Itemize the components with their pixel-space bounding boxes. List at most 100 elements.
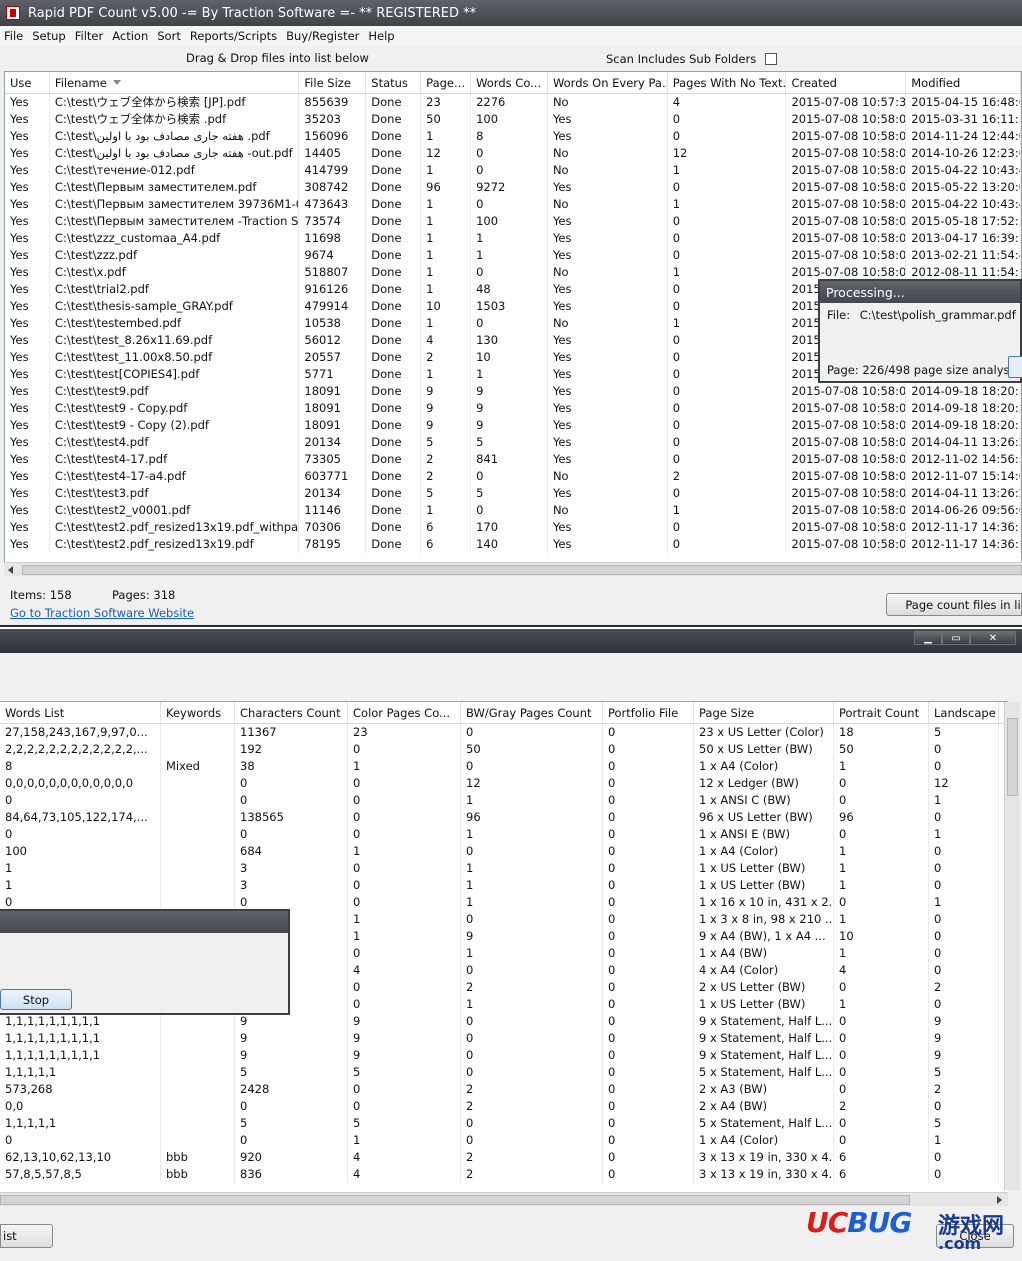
menu-filter[interactable]: Filter — [75, 29, 103, 43]
column-header-label: Characters Count — [240, 705, 341, 720]
cell-bw-gray-pages-count: 1 — [461, 894, 603, 911]
table-row[interactable]: Yes C:\test\Первым заместителем -Traction… — [5, 213, 1021, 230]
table-row[interactable]: 84,64,73,105,122,174,... 138565 0 96 0 96 x U… — [0, 809, 1008, 826]
table-row[interactable]: Yes C:\test\течение-012.pdf 414799 Done 1 0 No… — [5, 162, 1021, 179]
table-row[interactable]: Yes C:\test\test4.pdf 20134 Done 5 5 Yes 0 2015-… — [5, 434, 1021, 451]
table-row[interactable]: Yes C:\test\test2.pdf_resized13x19.pdf_wi… — [5, 519, 1021, 536]
table-row[interactable]: Yes C:\test\test3.pdf 20134 Done 5 5 Yes 0 2015-… — [5, 485, 1021, 502]
minimize-button[interactable]: ▁ — [914, 631, 942, 645]
cell-words-count: 0 — [471, 315, 548, 332]
table-row[interactable]: Yes C:\test\test2.pdf_resized13x19.pdf 781… — [5, 536, 1021, 553]
table-row[interactable]: 130101 x US Letter (BW) 1 0 — [0, 860, 1008, 877]
cell-modified: 2014-06-26 09:56:07 — [906, 502, 1021, 519]
cell-page-size: 12 x Ledger (BW) — [694, 775, 834, 792]
table-row[interactable]: 573,268 2428 0 2 0 2 x A3 (BW) 0 2 — [0, 1081, 1008, 1098]
details-vertical-scrollbar[interactable] — [1004, 702, 1020, 1190]
scrollbar-thumb[interactable] — [22, 565, 1022, 575]
column-header-page-size[interactable]: Page Size — [694, 702, 834, 723]
column-header-keywords[interactable]: Keywords — [161, 702, 235, 723]
table-row[interactable]: Yes C:\test\هفته جاری مصادف بود با اولین … — [5, 128, 1021, 145]
column-header-use[interactable]: Use — [5, 72, 50, 93]
file-list-horizontal-scrollbar[interactable] — [4, 562, 1022, 576]
column-header-words-list[interactable]: Words List — [0, 702, 161, 723]
table-row[interactable]: Yes C:\test\ウェブ全体から検索 [JP].pdf 855639 Done 2… — [5, 94, 1021, 111]
traction-website-link[interactable]: Go to Traction Software Website — [10, 606, 194, 620]
table-row[interactable]: 0,0,0,0,0,0,0,0,0,0,0,0 0 0 12 0 12 x Ledger … — [0, 775, 1008, 792]
table-row[interactable]: 62,13,10,62,13,10 bbb 920 4 2 0 3 x 13 x 19 in… — [0, 1149, 1008, 1166]
column-header-filename[interactable]: Filename — [50, 72, 300, 93]
sort-descending-icon[interactable] — [112, 80, 121, 85]
cell-status: Done — [366, 485, 422, 502]
scroll-right-arrow-icon[interactable] — [997, 1196, 1002, 1204]
menu-file[interactable]: File — [4, 29, 23, 43]
page-count-button[interactable]: Page count files in lis — [886, 593, 1022, 616]
stop-button[interactable]: Stop — [0, 989, 72, 1010]
column-header-color-pages-count[interactable]: Color Pages Co... — [348, 702, 461, 723]
table-row[interactable]: Yes C:\test\zzz.pdf 9674 Done 1 1 Yes 0 2015-07-… — [5, 247, 1021, 264]
table-row[interactable]: 1,1,1,1,1,1,1,1,1 9 9 0 0 9 x Statement, Half… — [0, 1013, 1008, 1030]
cell-portrait-count: 0 — [834, 1081, 929, 1098]
table-row[interactable]: Yes C:\test\Первым заместителем.pdf 308742… — [5, 179, 1021, 196]
column-header-pages-with-no-text[interactable]: Pages With No Text... — [668, 72, 787, 93]
scan-subfolders-option[interactable]: Scan Includes Sub Folders — [606, 52, 778, 66]
table-row[interactable]: Yes C:\test\test9 - Copy.pdf 18091 Done 9 9 Ye… — [5, 400, 1021, 417]
table-row[interactable]: 8 Mixed 38 1 0 0 1 x A4 (Color) 1 0 — [0, 758, 1008, 775]
column-header-created[interactable]: Created — [786, 72, 907, 93]
close-window-button[interactable]: ✕ — [970, 631, 1016, 645]
horizontal-scrollbar-thumb[interactable] — [0, 1195, 910, 1205]
scan-subfolders-checkbox[interactable] — [765, 53, 778, 65]
cell-bw-gray-pages-count: 0 — [461, 758, 603, 775]
table-row[interactable]: 0,0 0 0 2 0 2 x A4 (BW) 2 0 — [0, 1098, 1008, 1115]
vertical-scrollbar-thumb[interactable] — [1007, 718, 1018, 796]
menu-help[interactable]: Help — [368, 29, 394, 43]
maximize-button[interactable]: ▭ — [942, 631, 970, 645]
table-row[interactable]: 130101 x US Letter (BW) 1 0 — [0, 877, 1008, 894]
column-header-file-size[interactable]: File Size — [299, 72, 367, 93]
cell-keywords: Mixed — [161, 758, 235, 775]
table-row[interactable]: Yes C:\test\test4-17.pdf 73305 Done 2 841 Yes 0… — [5, 451, 1021, 468]
column-header-portrait-count[interactable]: Portrait Count — [834, 702, 929, 723]
cell-color-pages-count: 0 — [348, 1098, 461, 1115]
table-row[interactable]: Yes C:\test\test4-17-a4.pdf 603771 Done 2 0 No… — [5, 468, 1021, 485]
table-row[interactable]: 1,1,1,1,1,1,1,1,1 9 9 0 0 9 x Statement, Half… — [0, 1047, 1008, 1064]
table-row[interactable]: 1,1,1,1,1 5 5 0 0 5 x Statement, Half L... 0 5 — [0, 1064, 1008, 1081]
menu-buy-register[interactable]: Buy/Register — [286, 29, 359, 43]
table-row[interactable]: 001001 x A4 (Color) 0 1 — [0, 1132, 1008, 1149]
table-row[interactable]: Yes C:\test\ウェブ全体から検索 .pdf 35203 Done 50 100 Y… — [5, 111, 1021, 128]
table-row[interactable]: 2,2,2,2,2,2,2,2,2,2,2,2,... 192 0 50 0 50 x U… — [0, 741, 1008, 758]
column-header-words-on-every-page[interactable]: Words On Every Pa... — [548, 72, 668, 93]
menu-setup[interactable]: Setup — [32, 29, 65, 43]
table-row[interactable]: 1,1,1,1,1,1,1,1,1 9 9 0 0 9 x Statement, Half… — [0, 1030, 1008, 1047]
cell-words-on-every-page: Yes — [548, 485, 668, 502]
menu-sort[interactable]: Sort — [157, 29, 181, 43]
details-horizontal-scrollbar[interactable] — [0, 1192, 1008, 1206]
column-header-modified[interactable]: Modified — [906, 72, 1021, 93]
column-header-pages[interactable]: Page... — [421, 72, 472, 93]
table-row[interactable]: Yes C:\test\test9.pdf 18091 Done 9 9 Yes 0 2015-… — [5, 383, 1021, 400]
page-count-button-partial[interactable]: ist — [0, 1224, 53, 1248]
table-row[interactable]: Yes C:\test\هفته جاری مصادف بود با اولین … — [5, 145, 1021, 162]
table-row[interactable]: 1,1,1,1,1 5 5 0 0 5 x Statement, Half L... 0 5 — [0, 1115, 1008, 1132]
column-header-words-count[interactable]: Words Co... — [471, 72, 548, 93]
menu-reports-scripts[interactable]: Reports/Scripts — [190, 29, 277, 43]
column-header-status[interactable]: Status — [366, 72, 422, 93]
column-header-landscape[interactable]: Landscape — [929, 702, 999, 723]
table-row[interactable]: 100 684 1 0 0 1 x A4 (Color) 1 0 — [0, 843, 1008, 860]
processing-stop-button-partial[interactable] — [1008, 356, 1022, 378]
table-row[interactable]: 27,158,243,167,9,97,0... 11367 23 0 0 23 x US… — [0, 724, 1008, 741]
column-header-bw-gray-pages-count[interactable]: BW/Gray Pages Count — [461, 702, 603, 723]
table-row[interactable]: 000101 x ANSI C (BW) 0 1 — [0, 792, 1008, 809]
column-header-characters-count[interactable]: Characters Count — [235, 702, 348, 723]
table-row[interactable]: YesC:\test\Первым заместителем 39736M1-0… — [5, 196, 1021, 213]
cell-landscape: 0 — [929, 945, 999, 962]
table-row[interactable]: 000101 x ANSI E (BW) 0 1 — [0, 826, 1008, 843]
cell-created: 2015-07-08 10:57:32 — [786, 94, 907, 111]
column-header-portfolio-file[interactable]: Portfolio File — [603, 702, 694, 723]
scroll-left-arrow-icon[interactable] — [8, 566, 13, 574]
table-row[interactable]: Yes C:\test\test9 - Copy (2).pdf 18091 Done… — [5, 417, 1021, 434]
table-row[interactable]: 57,8,5,57,8,5 bbb 836 4 2 0 3 x 13 x 19 in, 33… — [0, 1166, 1008, 1183]
table-row[interactable]: Yes C:\test\test2_v0001.pdf 11146 Done 1 0 No 1… — [5, 502, 1021, 519]
menu-action[interactable]: Action — [112, 29, 148, 43]
table-row[interactable]: Yes C:\test\zzz_customaa_A4.pdf 11698 Done 1… — [5, 230, 1021, 247]
column-header-label: Created — [791, 75, 837, 90]
